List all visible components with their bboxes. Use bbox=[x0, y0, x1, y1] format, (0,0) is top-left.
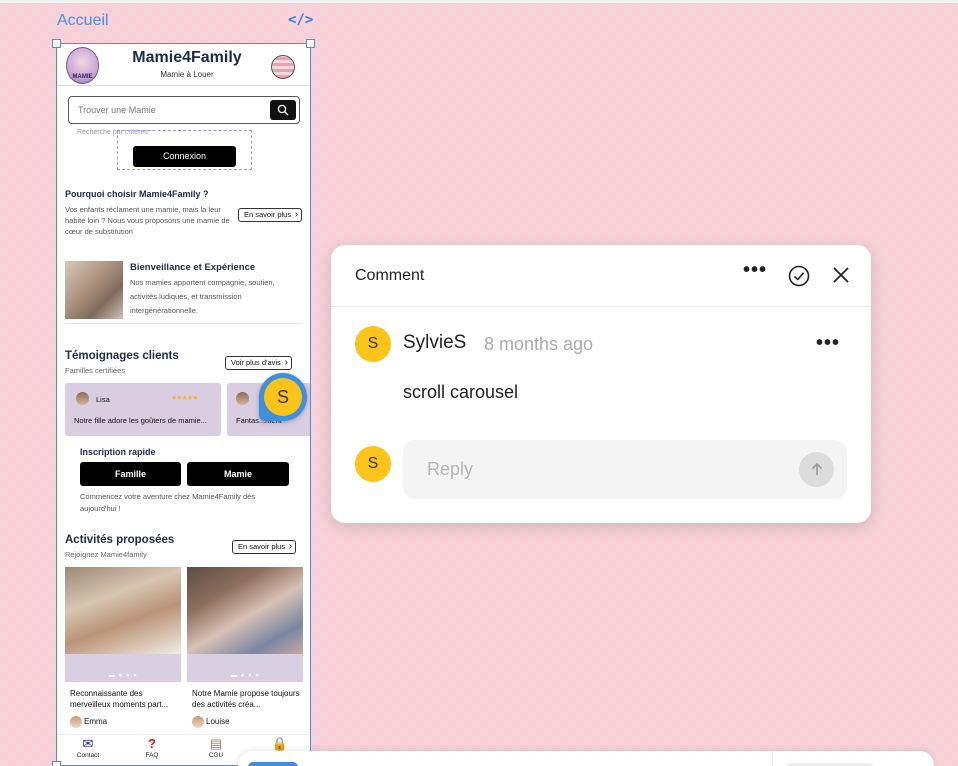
divider bbox=[772, 751, 773, 766]
close-icon[interactable] bbox=[831, 265, 851, 285]
selection-handle[interactable] bbox=[306, 39, 315, 48]
hamburger-menu-icon[interactable] bbox=[271, 55, 295, 79]
login-button[interactable]: Connexion bbox=[133, 146, 236, 167]
nav-lock[interactable]: 🔒 bbox=[255, 735, 305, 752]
selection-handle[interactable] bbox=[52, 761, 61, 766]
nav-cgu[interactable]: ▤ CGU bbox=[191, 735, 241, 759]
mamie-signup-button[interactable]: Mamie bbox=[187, 462, 289, 486]
avatar bbox=[192, 716, 204, 728]
nav-label: FAQ bbox=[145, 752, 159, 759]
activity-text: Notre Mamie propose toujours des activit… bbox=[192, 689, 300, 709]
canvas-top-bar bbox=[0, 0, 958, 3]
family-photo bbox=[65, 261, 123, 319]
brand-tagline: Mamie à Louer bbox=[160, 70, 214, 79]
search-button[interactable] bbox=[270, 100, 296, 120]
star-rating: ★★★★★ bbox=[171, 395, 198, 402]
question-icon: ? bbox=[148, 736, 156, 751]
resolve-check-icon[interactable] bbox=[788, 265, 810, 287]
search-icon bbox=[277, 104, 289, 116]
testimonial-text: Notre fille adore les goûters de mamie..… bbox=[74, 416, 207, 425]
activities-title: Activités proposées bbox=[65, 534, 175, 546]
nav-faq[interactable]: ? FAQ bbox=[127, 735, 177, 759]
comment-timestamp: 8 months ago bbox=[484, 334, 594, 354]
avatar bbox=[70, 716, 82, 728]
more-options-icon[interactable]: ••• bbox=[743, 259, 767, 282]
testimonial-card[interactable]: Lisa ★★★★★ Notre fille adore les goûters… bbox=[65, 383, 221, 436]
activity-card[interactable]: ▬ ● ● ● Reconnaissante des merveilleux m… bbox=[65, 567, 181, 737]
benevolence-title: Bienveillance et Expérience bbox=[130, 262, 256, 273]
nav-label: Contact bbox=[76, 752, 100, 759]
activity-card[interactable]: ▬ ● ● ● Notre Mamie propose toujours des… bbox=[187, 567, 303, 737]
comment-panel: Comment ••• S SylvieS 8 months ago ••• s… bbox=[331, 245, 871, 523]
reply-input[interactable]: Reply bbox=[403, 440, 847, 499]
see-more-reviews-button[interactable]: Voir plus d'avis bbox=[225, 356, 292, 370]
mail-icon: ✉ bbox=[82, 736, 94, 751]
carousel-dots[interactable]: ▬ ● ● ● bbox=[109, 673, 138, 679]
nav-contact[interactable]: ✉ Contact bbox=[63, 735, 113, 759]
scroll-icon: ▤ bbox=[209, 736, 223, 751]
family-signup-button[interactable]: Famille bbox=[80, 462, 181, 486]
selection-handle[interactable] bbox=[52, 39, 61, 48]
why-title: Pourquoi choisir Mamie4Family ? bbox=[65, 189, 209, 199]
signup-title: Inscription rapide bbox=[80, 447, 156, 457]
activity-photo bbox=[65, 567, 181, 654]
lock-icon: 🔒 bbox=[271, 736, 289, 751]
reply-placeholder: Reply bbox=[427, 459, 474, 479]
comment-title: Comment bbox=[355, 267, 425, 284]
comment-options-icon[interactable]: ••• bbox=[816, 332, 840, 355]
comment-author: SylvieS bbox=[403, 332, 467, 353]
avatar bbox=[236, 392, 249, 405]
testimonial-author: Lisa bbox=[96, 395, 110, 404]
why-text: Vos enfants réclament une mamie, mais la… bbox=[65, 205, 230, 236]
activity-user: Emma bbox=[84, 717, 108, 726]
reply-avatar: S bbox=[355, 446, 391, 482]
logo[interactable]: MAMIE bbox=[66, 47, 99, 84]
comment-pin[interactable]: S bbox=[259, 373, 307, 421]
learn-more-button[interactable]: En savoir plus bbox=[238, 208, 303, 222]
avatar bbox=[76, 392, 89, 405]
comment-body: scroll carousel bbox=[403, 382, 519, 402]
carousel-dots[interactable]: ▬ ● ● ● bbox=[231, 673, 260, 679]
activities-subtitle: Rejoignez Mamie4family bbox=[65, 550, 147, 559]
divider bbox=[65, 323, 303, 324]
activity-text: Reconnaissante des merveilleux moments p… bbox=[70, 689, 169, 709]
activity-photo bbox=[187, 567, 303, 654]
code-icon[interactable]: </> bbox=[288, 12, 313, 28]
testimonials-title: Témoignages clients bbox=[65, 350, 179, 362]
search-input[interactable]: Trouver une Mamie bbox=[68, 96, 300, 124]
logo-text: MAMIE bbox=[72, 74, 93, 80]
benevolence-text: Nos mamies apportent compagnie, soutien,… bbox=[130, 278, 275, 315]
bottom-toolbar-panel bbox=[238, 751, 934, 766]
testimonials-subtitle: Familles certifiées bbox=[65, 366, 126, 375]
toolbar-pill[interactable] bbox=[248, 762, 298, 766]
author-avatar: S bbox=[355, 326, 391, 362]
nav-label: CGU bbox=[208, 752, 224, 759]
comment-panel-header: Comment ••• bbox=[331, 245, 871, 307]
search-placeholder: Trouver une Mamie bbox=[78, 105, 156, 115]
signup-text: Commencez votre aventure chez Mamie4Fami… bbox=[80, 492, 256, 513]
activities-learn-more-button[interactable]: En savoir plus bbox=[232, 540, 297, 554]
activity-user: Louise bbox=[206, 717, 230, 726]
comment-pin-avatar: S bbox=[264, 378, 302, 416]
frame-label[interactable]: Accueil bbox=[57, 12, 109, 30]
arrow-up-icon bbox=[811, 462, 823, 475]
brand-title: Mamie4Family bbox=[132, 49, 242, 66]
send-button[interactable] bbox=[799, 452, 834, 487]
app-header: MAMIE Mamie4Family Mamie à Louer bbox=[57, 44, 309, 86]
